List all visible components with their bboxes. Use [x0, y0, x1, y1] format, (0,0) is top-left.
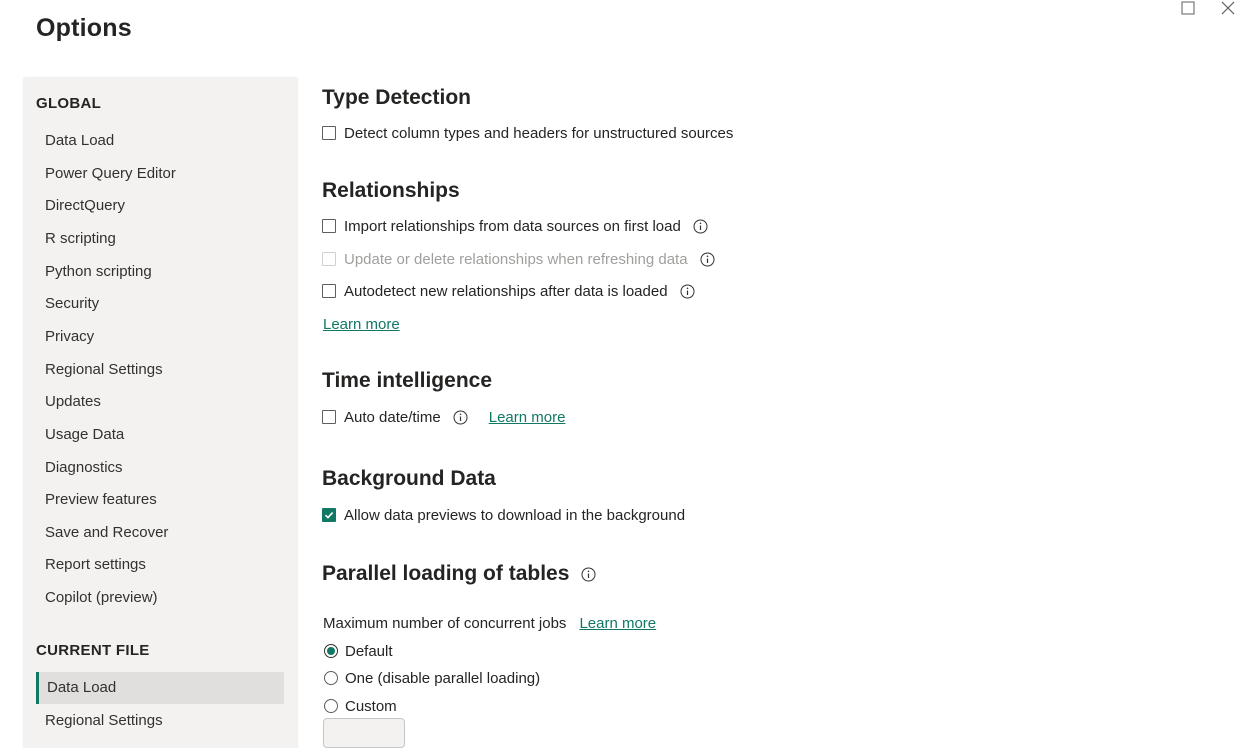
detect-column-types-label: Detect column types and headers for unst… — [344, 124, 734, 142]
update-delete-relationships-label: Update or delete relationships when refr… — [344, 250, 688, 268]
info-icon[interactable] — [453, 410, 468, 425]
close-icon — [1221, 1, 1235, 15]
radio-selected-dot — [327, 647, 335, 655]
parallel-loading-learn-more-link[interactable]: Learn more — [579, 615, 656, 632]
type-detection-title: Type Detection — [322, 86, 471, 109]
allow-previews-row: Allow data previews to download in the b… — [322, 505, 685, 525]
info-icon[interactable] — [700, 252, 715, 267]
info-icon[interactable] — [680, 284, 695, 299]
radio-default-label: Default — [345, 642, 393, 660]
radio-default-row: Default — [324, 641, 393, 661]
parallel-loading-title-row: Parallel loading of tables — [322, 560, 596, 588]
radio-custom-row: Custom — [324, 696, 397, 716]
import-relationships-checkbox[interactable] — [322, 219, 336, 233]
sidebar-item-current-regional-settings[interactable]: Regional Settings — [36, 705, 284, 737]
detect-column-types-checkbox[interactable] — [322, 126, 336, 140]
radio-custom-label: Custom — [345, 697, 397, 715]
sidebar-item-regional-settings[interactable]: Regional Settings — [36, 354, 284, 386]
allow-previews-checkbox[interactable] — [322, 508, 336, 522]
sidebar-item-report-settings[interactable]: Report settings — [36, 549, 284, 581]
radio-one-disable-parallel[interactable] — [324, 671, 338, 685]
relationships-learn-more-link[interactable]: Learn more — [323, 316, 400, 333]
options-sidebar: GLOBAL Data Load Power Query Editor Dire… — [24, 78, 297, 748]
info-icon[interactable] — [581, 567, 596, 582]
radio-one-label: One (disable parallel loading) — [345, 669, 541, 687]
background-data-title: Background Data — [322, 467, 496, 490]
checkmark-icon — [324, 512, 334, 519]
radio-one-row: One (disable parallel loading) — [324, 668, 540, 688]
detect-column-types-row: Detect column types and headers for unst… — [322, 123, 733, 143]
sidebar-item-security[interactable]: Security — [36, 288, 284, 320]
sidebar-item-updates[interactable]: Updates — [36, 386, 284, 418]
close-button[interactable] — [1216, 0, 1240, 16]
radio-custom[interactable] — [324, 699, 338, 713]
autodetect-relationships-label: Autodetect new relationships after data … — [344, 282, 668, 300]
global-heading: GLOBAL — [36, 95, 102, 112]
sidebar-item-data-load[interactable]: Data Load — [36, 125, 284, 157]
sidebar-item-python-scripting[interactable]: Python scripting — [36, 256, 284, 288]
autodetect-relationships-checkbox[interactable] — [322, 284, 336, 298]
auto-datetime-checkbox[interactable] — [322, 410, 336, 424]
dialog-title: Options — [36, 14, 132, 42]
custom-jobs-input[interactable] — [323, 718, 405, 748]
sidebar-item-privacy[interactable]: Privacy — [36, 321, 284, 353]
allow-previews-label: Allow data previews to download in the b… — [344, 506, 686, 524]
info-icon[interactable] — [693, 219, 708, 234]
autodetect-relationships-row: Autodetect new relationships after data … — [322, 281, 695, 301]
parallel-loading-title: Parallel loading of tables — [322, 562, 570, 585]
sidebar-item-copilot-preview[interactable]: Copilot (preview) — [36, 582, 284, 614]
update-delete-relationships-row: Update or delete relationships when refr… — [322, 249, 715, 269]
import-relationships-row: Import relationships from data sources o… — [322, 216, 708, 236]
sidebar-item-save-and-recover[interactable]: Save and Recover — [36, 517, 284, 549]
current-file-heading: CURRENT FILE — [36, 642, 150, 659]
time-intelligence-title: Time intelligence — [322, 369, 492, 392]
auto-datetime-label: Auto date/time — [344, 408, 441, 426]
time-intelligence-learn-more-link[interactable]: Learn more — [489, 409, 566, 426]
sidebar-item-usage-data[interactable]: Usage Data — [36, 419, 284, 451]
sidebar-item-preview-features[interactable]: Preview features — [36, 484, 284, 516]
maximize-icon — [1181, 1, 1195, 15]
sidebar-item-power-query-editor[interactable]: Power Query Editor — [36, 158, 284, 190]
sidebar-item-r-scripting[interactable]: R scripting — [36, 223, 284, 255]
sidebar-item-directquery[interactable]: DirectQuery — [36, 190, 284, 222]
relationships-title: Relationships — [322, 179, 460, 202]
max-jobs-row: Maximum number of concurrent jobs Learn … — [323, 613, 656, 633]
auto-datetime-row: Auto date/time Learn more — [322, 407, 565, 427]
radio-default[interactable] — [324, 644, 338, 658]
update-delete-relationships-checkbox — [322, 252, 336, 266]
relationships-learn-more-row: Learn more — [323, 314, 400, 334]
maximize-button[interactable] — [1176, 0, 1200, 16]
import-relationships-label: Import relationships from data sources o… — [344, 217, 681, 235]
sidebar-item-current-data-load[interactable]: Data Load — [36, 672, 284, 704]
sidebar-item-diagnostics[interactable]: Diagnostics — [36, 452, 284, 484]
max-jobs-label: Maximum number of concurrent jobs — [323, 614, 567, 632]
